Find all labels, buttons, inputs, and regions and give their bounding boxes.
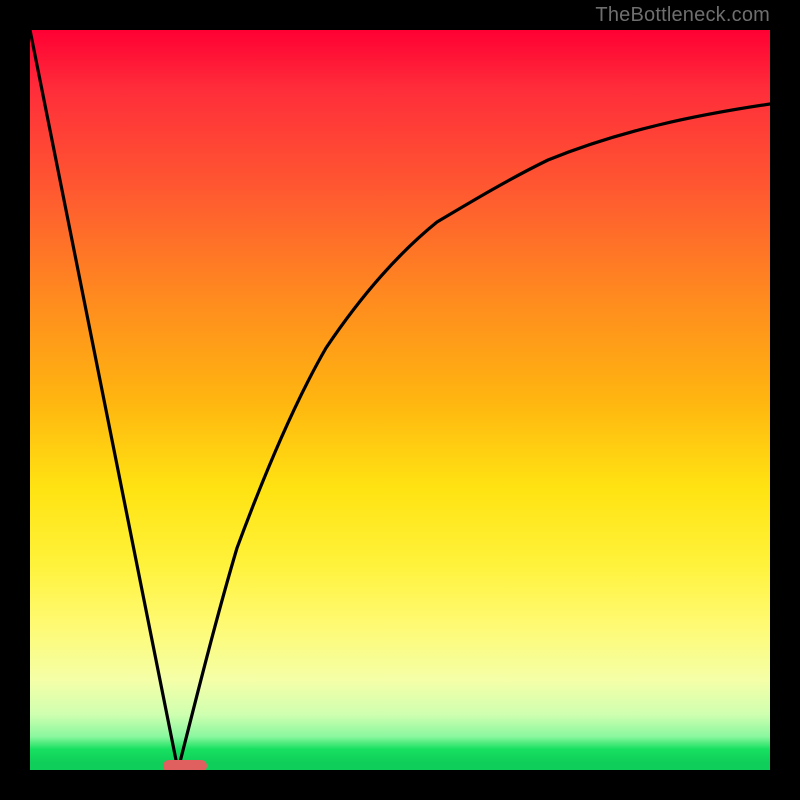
bottleneck-marker: [163, 760, 207, 770]
plot-area: [30, 30, 770, 770]
curve-layer: [30, 30, 770, 770]
curve-path: [30, 30, 770, 770]
watermark-text: TheBottleneck.com: [595, 4, 770, 27]
chart-stage: TheBottleneck.com: [0, 0, 800, 800]
